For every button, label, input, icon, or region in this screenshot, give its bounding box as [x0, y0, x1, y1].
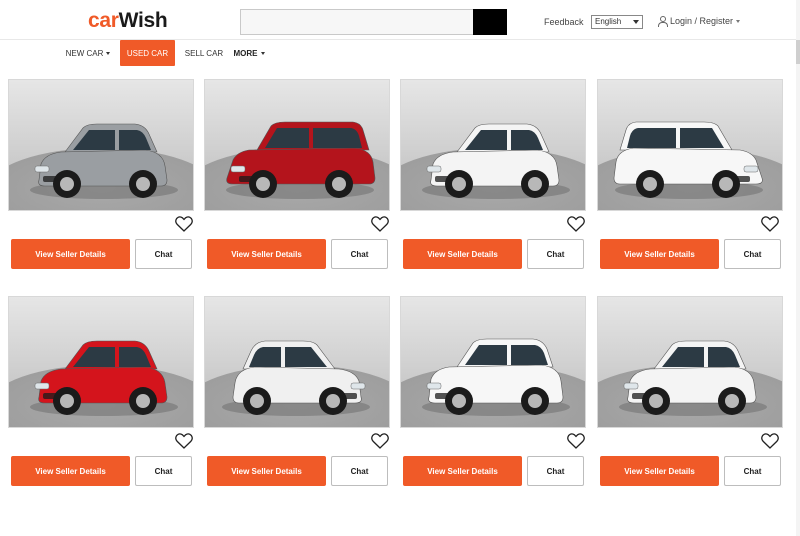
heart-icon[interactable]: [761, 433, 779, 449]
view-seller-details-button[interactable]: View Seller Details: [600, 456, 719, 486]
scrollbar-thumb[interactable]: [796, 40, 800, 64]
car-photo[interactable]: [400, 79, 586, 211]
login-register-link[interactable]: Login / Register: [658, 16, 741, 27]
car-photo[interactable]: [597, 79, 783, 211]
main-nav: NEW CAR USED CAR SELL CAR MORE: [0, 40, 800, 68]
language-select[interactable]: English: [591, 15, 643, 29]
nav-new-car[interactable]: NEW CAR: [62, 40, 114, 66]
user-icon: [658, 16, 668, 27]
view-seller-details-button[interactable]: View Seller Details: [403, 456, 522, 486]
chevron-down-icon: [106, 51, 111, 55]
nav-sell-car-label: SELL CAR: [184, 48, 224, 58]
page-scrollbar[interactable]: [796, 0, 800, 536]
car-photo[interactable]: [400, 296, 586, 428]
heart-icon[interactable]: [761, 216, 779, 232]
chat-button[interactable]: Chat: [724, 456, 781, 486]
logo-text-car: car: [88, 9, 119, 32]
chat-button[interactable]: Chat: [135, 239, 192, 269]
chat-button[interactable]: Chat: [724, 239, 781, 269]
heart-icon[interactable]: [371, 433, 389, 449]
search-button[interactable]: [473, 9, 507, 35]
carwish-logo[interactable]: carWish: [88, 9, 168, 33]
nav-used-car[interactable]: USED CAR: [120, 40, 175, 66]
view-seller-details-button[interactable]: View Seller Details: [207, 456, 326, 486]
heart-icon[interactable]: [567, 216, 585, 232]
view-seller-details-button[interactable]: View Seller Details: [11, 456, 130, 486]
heart-icon[interactable]: [567, 433, 585, 449]
feedback-link[interactable]: Feedback: [544, 17, 584, 27]
nav-sell-car[interactable]: SELL CAR: [183, 40, 225, 66]
car-photo[interactable]: [204, 79, 390, 211]
chevron-down-icon: [736, 19, 741, 23]
view-seller-details-button[interactable]: View Seller Details: [207, 239, 326, 269]
car-photo[interactable]: [597, 296, 783, 428]
car-photo[interactable]: [8, 79, 194, 211]
nav-more[interactable]: MORE: [230, 40, 268, 66]
search-input[interactable]: [240, 9, 474, 35]
chevron-down-icon: [260, 51, 265, 55]
login-register-label: Login / Register: [670, 16, 734, 26]
chat-button[interactable]: Chat: [135, 456, 192, 486]
nav-new-car-label: NEW CAR: [65, 48, 104, 58]
view-seller-details-button[interactable]: View Seller Details: [11, 239, 130, 269]
chat-button[interactable]: Chat: [527, 239, 584, 269]
chat-button[interactable]: Chat: [331, 239, 388, 269]
chat-button[interactable]: Chat: [331, 456, 388, 486]
view-seller-details-button[interactable]: View Seller Details: [600, 239, 719, 269]
logo-text-wish: Wish: [118, 9, 168, 32]
chevron-down-icon: [633, 20, 639, 24]
heart-icon[interactable]: [371, 216, 389, 232]
heart-icon[interactable]: [175, 216, 193, 232]
top-header: carWish Feedback English Login / Registe…: [0, 0, 800, 40]
car-photo[interactable]: [204, 296, 390, 428]
nav-used-car-label: USED CAR: [126, 48, 169, 58]
heart-icon[interactable]: [175, 433, 193, 449]
car-photo[interactable]: [8, 296, 194, 428]
language-select-value: English: [595, 17, 622, 26]
nav-more-label: MORE: [233, 48, 258, 58]
chat-button[interactable]: Chat: [527, 456, 584, 486]
view-seller-details-button[interactable]: View Seller Details: [403, 239, 522, 269]
